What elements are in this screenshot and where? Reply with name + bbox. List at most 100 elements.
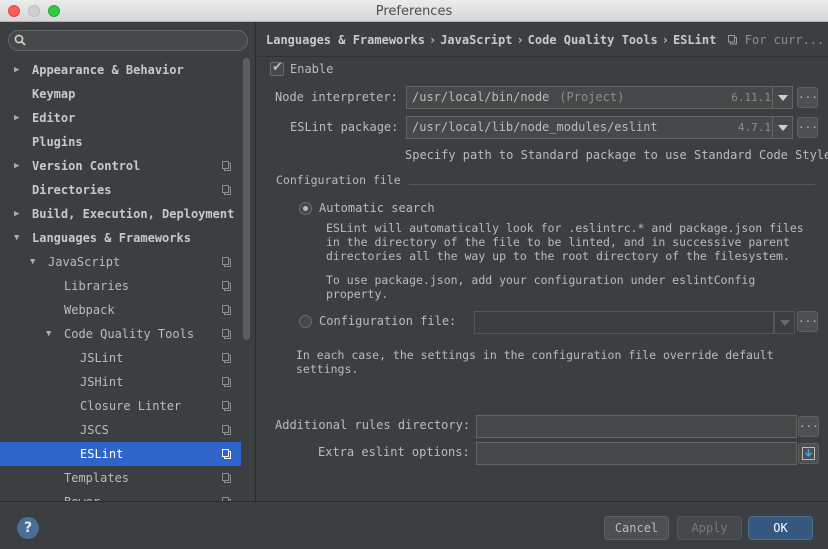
project-settings-icon: [222, 353, 231, 363]
node-interpreter-hint: (Project): [559, 90, 625, 104]
sidebar-item-eslint[interactable]: ESLint: [0, 442, 241, 466]
apply-button[interactable]: Apply: [677, 516, 742, 540]
sidebar-item-label: Appearance & Behavior: [32, 63, 184, 77]
search-input[interactable]: [8, 30, 248, 51]
chevron-right-icon[interactable]: ▶: [14, 154, 19, 178]
project-settings-icon: [222, 401, 231, 411]
sidebar-item-code-quality-tools[interactable]: ▼ Code Quality Tools: [0, 322, 241, 346]
sidebar-item-closure-linter[interactable]: Closure Linter: [0, 394, 241, 418]
chevron-down-icon[interactable]: ▼: [30, 250, 35, 274]
sidebar-item-label: Templates: [64, 471, 130, 485]
chevron-right-icon[interactable]: ▶: [14, 106, 19, 130]
eslint-package-field[interactable]: /usr/local/lib/node_modules/eslint 4.7.1: [406, 116, 778, 139]
cancel-button[interactable]: Cancel: [604, 516, 669, 540]
configuration-file-dropdown[interactable]: [774, 311, 795, 334]
eslint-package-dropdown[interactable]: [772, 116, 793, 139]
chevron-down-icon[interactable]: ▼: [14, 226, 19, 250]
additional-rules-field[interactable]: [476, 415, 797, 438]
configuration-section-title: Configuration file: [276, 173, 401, 187]
project-settings-icon: [222, 377, 231, 387]
configuration-file-radio[interactable]: [299, 315, 312, 328]
sidebar-item-label: JavaScript: [48, 255, 121, 269]
sidebar: ▶ Appearance & Behavior Keymap ▶ Editor Plugi…: [0, 22, 256, 501]
sidebar-item-label: Version Control: [32, 159, 141, 173]
radio-dot: [303, 206, 308, 211]
sidebar-item-label: Keymap: [32, 87, 76, 101]
chevron-right-icon[interactable]: ▶: [14, 58, 19, 82]
sidebar-item-keymap[interactable]: Keymap: [0, 82, 241, 106]
configuration-file-label[interactable]: Configuration file:: [319, 314, 456, 328]
breadcrumb-item: ESLint: [672, 33, 717, 47]
sidebar-item-label: Closure Linter: [80, 399, 182, 413]
automatic-search-label[interactable]: Automatic search: [319, 201, 435, 215]
project-settings-icon: [222, 329, 231, 339]
enable-checkbox[interactable]: ✔: [270, 60, 284, 76]
sidebar-item-label: JSHint: [80, 375, 124, 389]
breadcrumb-separator: ›: [516, 33, 524, 47]
sidebar-item-jscs[interactable]: JSCS: [0, 418, 241, 442]
project-scope-icon: [727, 35, 737, 45]
eslint-package-label: ESLint package:: [290, 120, 399, 134]
sidebar-item-label: Directories: [32, 183, 112, 197]
sidebar-item-appearance-behavior[interactable]: ▶ Appearance & Behavior: [0, 58, 241, 82]
ok-button[interactable]: OK: [748, 516, 813, 540]
help-button[interactable]: ?: [17, 517, 39, 539]
node-browse-button[interactable]: ...: [797, 87, 818, 108]
sidebar-item-templates[interactable]: Templates: [0, 466, 241, 490]
node-interpreter-field[interactable]: /usr/local/bin/node (Project) 6.11.1: [406, 86, 778, 109]
breadcrumb-item: Languages & Frameworks: [266, 33, 425, 47]
window-title: Preferences: [375, 4, 453, 19]
extra-options-label: Extra eslint options:: [318, 445, 470, 459]
breadcrumb-separator: ›: [661, 33, 669, 47]
node-interpreter-label: Node interpreter:: [275, 90, 398, 104]
sidebar-item-label: Languages & Frameworks: [32, 231, 191, 245]
node-interpreter-dropdown[interactable]: [772, 86, 793, 109]
breadcrumb-item: Code Quality Tools: [527, 33, 658, 47]
sidebar-item-build-execution-deployment[interactable]: ▶ Build, Execution, Deployment: [0, 202, 241, 226]
expand-field-button[interactable]: [798, 443, 819, 464]
additional-rules-browse-button[interactable]: ...: [798, 416, 819, 437]
eslint-package-value: /usr/local/lib/node_modules/eslint: [412, 120, 658, 134]
node-version: 6.11.1: [731, 91, 771, 104]
chevron-down-icon: [778, 95, 788, 101]
project-settings-icon: [222, 449, 231, 459]
project-settings-icon: [222, 281, 231, 291]
automatic-search-radio[interactable]: [299, 202, 312, 215]
sidebar-scrollbar[interactable]: [243, 58, 250, 340]
chevron-down-icon: [780, 320, 790, 326]
configuration-file-field[interactable]: [474, 311, 774, 334]
sidebar-item-label: Build, Execution, Deployment: [32, 207, 235, 221]
sidebar-item-languages-frameworks[interactable]: ▼ Languages & Frameworks: [0, 226, 241, 250]
sidebar-item-label: Plugins: [32, 135, 83, 149]
sidebar-item-version-control[interactable]: ▶ Version Control: [0, 154, 241, 178]
sidebar-item-javascript[interactable]: ▼ JavaScript: [0, 250, 241, 274]
sidebar-item-libraries[interactable]: Libraries: [0, 274, 241, 298]
breadcrumb: Languages & Frameworks › JavaScript › Code Q…: [266, 33, 824, 47]
sidebar-item-label: ESLint: [80, 447, 124, 461]
node-interpreter-value: /usr/local/bin/node: [412, 90, 550, 104]
sidebar-item-label: JSLint: [80, 351, 124, 365]
eslint-browse-button[interactable]: ...: [797, 117, 818, 138]
chevron-right-icon[interactable]: ▶: [14, 202, 19, 226]
sidebar-item-jslint[interactable]: JSLint: [0, 346, 241, 370]
sidebar-item-editor[interactable]: ▶ Editor: [0, 106, 241, 130]
sidebar-item-bower[interactable]: Bower: [0, 490, 241, 501]
chevron-down-icon[interactable]: ▼: [46, 322, 51, 346]
expand-icon: [802, 447, 815, 460]
section-divider: [409, 184, 815, 185]
scope-label: For curr...: [744, 33, 825, 47]
sidebar-item-label: Libraries: [64, 279, 130, 293]
sidebar-item-webpack[interactable]: Webpack: [0, 298, 241, 322]
breadcrumb-item: JavaScript: [440, 33, 513, 47]
sidebar-item-directories[interactable]: Directories: [0, 178, 241, 202]
project-settings-icon: [222, 305, 231, 315]
project-settings-icon: [222, 425, 231, 435]
project-settings-icon: [222, 185, 231, 195]
sidebar-item-label: Editor: [32, 111, 76, 125]
configuration-file-browse-button[interactable]: ...: [797, 311, 818, 332]
sidebar-item-jshint[interactable]: JSHint: [0, 370, 241, 394]
additional-rules-label: Additional rules directory:: [275, 418, 471, 432]
sidebar-item-plugins[interactable]: Plugins: [0, 130, 241, 154]
title-bar: Preferences: [0, 0, 828, 22]
extra-options-field[interactable]: [476, 442, 797, 465]
